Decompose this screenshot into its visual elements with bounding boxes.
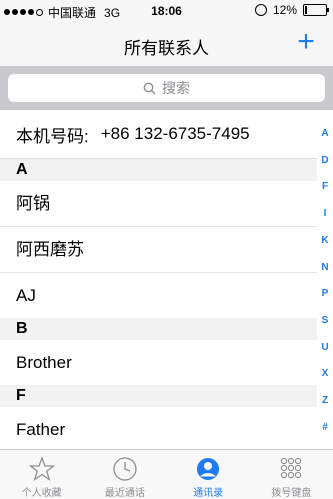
index-letter[interactable]: K <box>321 235 328 247</box>
tab-label: 个人收藏 <box>21 488 62 499</box>
tab-label: 通讯录 <box>193 488 224 499</box>
search-bar: 搜索 <box>0 66 333 110</box>
keypad-icon <box>277 455 305 483</box>
index-letter[interactable]: U <box>321 342 328 354</box>
tab-contacts[interactable]: 通讯录 <box>167 450 250 499</box>
section-header-b: B <box>0 318 317 340</box>
search-icon <box>143 82 156 94</box>
index-letter[interactable]: D <box>321 155 328 167</box>
tab-bar: 个人收藏 最近通话 通讯录 拨号键盘 <box>0 449 333 499</box>
section-index[interactable]: A D F I K N P S U X Z # <box>317 128 333 434</box>
clock-icon <box>111 455 139 483</box>
index-letter[interactable]: P <box>322 288 329 300</box>
battery-percent: 12% <box>272 3 297 17</box>
tab-label: 拨号键盘 <box>271 488 312 499</box>
star-icon <box>28 455 56 483</box>
search-placeholder: 搜索 <box>162 80 190 96</box>
page-title: 所有联系人 <box>124 39 209 58</box>
my-number-value: +86 132-6735-7495 <box>100 124 250 143</box>
index-letter[interactable]: Z <box>322 395 328 407</box>
alarm-icon <box>254 4 267 16</box>
my-number-label: 本机号码: <box>16 126 89 146</box>
tab-keypad[interactable]: 拨号键盘 <box>250 450 333 499</box>
contact-row[interactable]: 阿锅 <box>0 181 317 227</box>
contact-row[interactable]: 阿西磨苏 <box>0 227 317 273</box>
tab-label: 最近通话 <box>104 488 145 499</box>
index-letter[interactable]: F <box>322 181 328 193</box>
contact-row[interactable]: AJ <box>0 273 317 318</box>
status-right: 12% <box>254 3 329 17</box>
index-letter[interactable]: # <box>322 422 328 434</box>
tab-favorites[interactable]: 个人收藏 <box>0 450 83 499</box>
status-bar: 中国联通 3G 18:06 12% <box>0 0 333 22</box>
contact-row[interactable]: Father <box>0 407 317 452</box>
contact-row[interactable]: Brother <box>0 340 317 385</box>
battery-icon <box>303 4 329 16</box>
my-number-row[interactable]: 本机号码: +86 132-6735-7495 <box>0 110 317 159</box>
add-contact-button[interactable]: + <box>293 27 319 57</box>
index-letter[interactable]: S <box>322 315 329 327</box>
contacts-icon <box>194 455 222 483</box>
index-letter[interactable]: A <box>321 128 328 140</box>
navigation-bar: 所有联系人 + <box>0 22 333 66</box>
index-letter[interactable]: I <box>324 208 327 220</box>
tab-recents[interactable]: 最近通话 <box>83 450 166 499</box>
contact-list: 本机号码: +86 132-6735-7495 A 阿锅 阿西磨苏 AJ B B… <box>0 110 317 452</box>
index-letter[interactable]: X <box>322 368 329 380</box>
section-header-f: F <box>0 385 317 407</box>
section-header-a: A <box>0 159 317 181</box>
search-input[interactable]: 搜索 <box>8 74 325 102</box>
index-letter[interactable]: N <box>321 262 328 274</box>
